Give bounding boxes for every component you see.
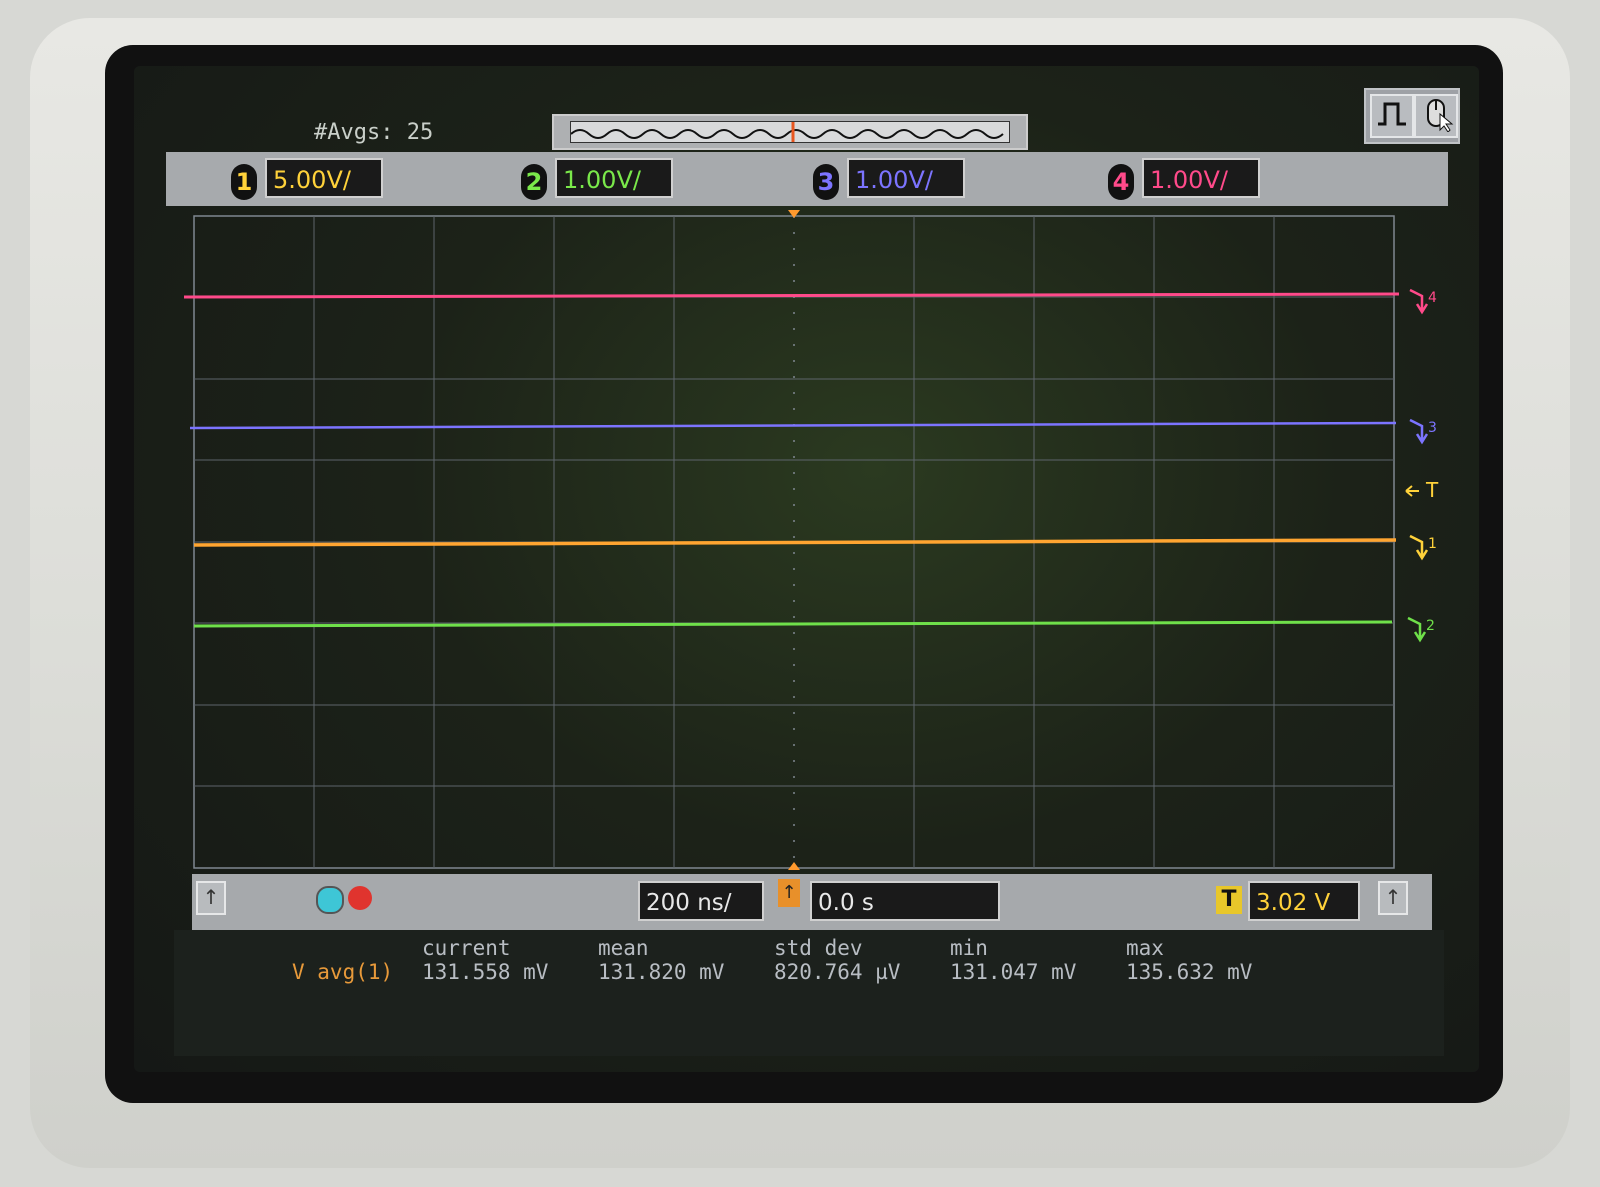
svg-text:1: 1 (1428, 536, 1437, 552)
svg-text:T: T (1425, 478, 1439, 502)
trigger-position-marker-bottom (788, 862, 800, 870)
header-std-dev: std dev (774, 936, 863, 960)
scroll-up-left-button[interactable]: ↑ (196, 881, 226, 915)
channel-2-badge: 2 (521, 164, 547, 200)
value-mean: 131.820 mV (598, 960, 725, 984)
channel-4-scale-value[interactable]: 1.00V/ (1142, 158, 1260, 198)
channel-1-scale-value[interactable]: 5.00V/ (265, 158, 383, 198)
header-min: min (950, 936, 988, 960)
timebase-field[interactable]: 200 ns/ (638, 881, 764, 921)
mode-icon-group (1364, 88, 1460, 144)
ch3-ground-marker[interactable]: 3 (1409, 418, 1437, 445)
value-max: 135.632 mV (1126, 960, 1253, 984)
channel-1-badge: 1 (231, 164, 257, 200)
channel-4-badge: 4 (1108, 164, 1134, 200)
horizontal-control-bar: ↑ 200 ns/ ↑ 0.0 s T 3.02 V ↑ (192, 874, 1432, 930)
mouse-icon[interactable] (1414, 94, 1458, 138)
channel-2-scale-value[interactable]: 1.00V/ (555, 158, 673, 198)
oscilloscope-screen: #Avgs: 25 1 5.00V/ 2 1.00V/ 3 1.00V/ 4 1… (134, 66, 1479, 1072)
scroll-up-right-button[interactable]: ↑ (1378, 881, 1408, 915)
channel-3-badge: 3 (813, 164, 839, 200)
waveform-overview-window (570, 121, 1010, 143)
ch1-ground-marker[interactable]: 1 (1409, 534, 1437, 561)
trigger-level-marker[interactable]: T (1405, 478, 1439, 502)
stop-indicator-icon[interactable] (348, 886, 372, 910)
svg-text:2: 2 (1426, 618, 1435, 634)
measurement-label: V avg(1) (292, 960, 394, 984)
header-mean: mean (598, 936, 649, 960)
run-indicator-icon[interactable] (316, 886, 344, 914)
channel-3-scale-value[interactable]: 1.00V/ (847, 158, 965, 198)
ch2-ground-marker[interactable]: 2 (1407, 616, 1435, 643)
value-current: 131.558 mV (422, 960, 549, 984)
channel-scale-bar: 1 5.00V/ 2 1.00V/ 3 1.00V/ 4 1.00V/ (166, 152, 1448, 206)
header-current: current (422, 936, 511, 960)
ch4-ground-marker[interactable]: 4 (1409, 288, 1437, 315)
trigger-level-field[interactable]: 3.02 V (1248, 881, 1360, 921)
measurement-panel: V avg(1) current mean std dev min max 13… (174, 930, 1444, 1056)
channel-3-trace (189, 421, 1397, 430)
value-std-dev: 820.764 µV (774, 960, 901, 984)
trigger-position-marker-top (788, 210, 800, 218)
overview-wave-icon (570, 122, 1004, 142)
averages-count: #Avgs: 25 (314, 120, 434, 145)
svg-text:4: 4 (1428, 290, 1437, 306)
trigger-icon: T (1216, 886, 1242, 914)
delay-reference-icon[interactable]: ↑ (778, 879, 800, 907)
channel-1-trace (193, 538, 1397, 547)
value-min: 131.047 mV (950, 960, 1077, 984)
waveform-display[interactable]: 4 3 T 1 2 (174, 206, 1444, 874)
svg-text:3: 3 (1428, 420, 1437, 436)
pulse-icon[interactable] (1370, 94, 1414, 138)
header-max: max (1126, 936, 1164, 960)
delay-field[interactable]: 0.0 s (810, 881, 1000, 921)
waveform-overview[interactable] (552, 114, 1028, 150)
